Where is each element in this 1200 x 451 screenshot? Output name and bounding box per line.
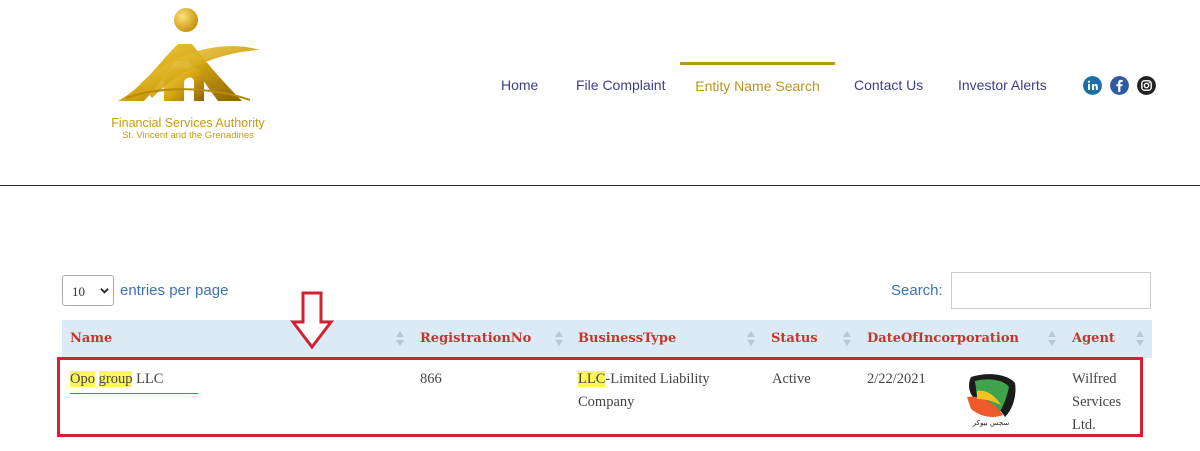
column-header-businesstype[interactable]: BusinessType <box>578 320 676 358</box>
logo-subtitle: St. Vincent and the Grenadines <box>122 130 254 141</box>
entries-per-page-value: 10 <box>72 284 85 299</box>
nav-entity-name-search[interactable]: Entity Name Search <box>680 62 835 111</box>
sort-icon[interactable] <box>396 331 404 347</box>
header-divider <box>0 185 1200 186</box>
table-header: Name RegistrationNo BusinessType Status … <box>62 320 1152 358</box>
nav-file-complaint[interactable]: File Complaint <box>576 62 665 108</box>
nav-home[interactable]: Home <box>501 62 538 108</box>
fsa-logo-mark <box>118 8 260 101</box>
facebook-icon[interactable] <box>1110 76 1129 95</box>
linkedin-icon[interactable] <box>1083 76 1102 95</box>
column-header-name[interactable]: Name <box>70 320 112 358</box>
search-label: Search: <box>891 282 943 299</box>
chevron-down-icon <box>100 288 109 294</box>
sort-icon[interactable] <box>555 331 563 347</box>
logo-title: Financial Services Authority <box>111 116 265 130</box>
column-header-dateofincorporation[interactable]: DateOfIncorporation <box>867 320 1019 358</box>
column-header-status[interactable]: Status <box>771 320 818 358</box>
column-header-agent[interactable]: Agent <box>1072 320 1115 358</box>
row-annotation-box <box>57 357 1143 437</box>
arrow-down-annotation-icon <box>290 291 334 350</box>
entries-per-page-label: entries per page <box>120 282 229 299</box>
entries-per-page-select[interactable]: 10 <box>62 275 114 306</box>
sort-icon[interactable] <box>843 331 851 347</box>
fsa-logo[interactable]: Financial Services Authority St. Vincent… <box>100 6 276 141</box>
column-header-registrationno[interactable]: RegistrationNo <box>420 320 531 358</box>
sort-icon[interactable] <box>1048 331 1056 347</box>
nav-contact-us[interactable]: Contact Us <box>854 62 923 108</box>
nav-investor-alerts[interactable]: Investor Alerts <box>958 62 1047 108</box>
sort-icon[interactable] <box>747 331 755 347</box>
search-input[interactable] <box>951 272 1151 309</box>
site-header: Financial Services Authority St. Vincent… <box>0 0 1200 185</box>
instagram-icon[interactable] <box>1137 76 1156 95</box>
sort-icon[interactable] <box>1136 331 1144 347</box>
